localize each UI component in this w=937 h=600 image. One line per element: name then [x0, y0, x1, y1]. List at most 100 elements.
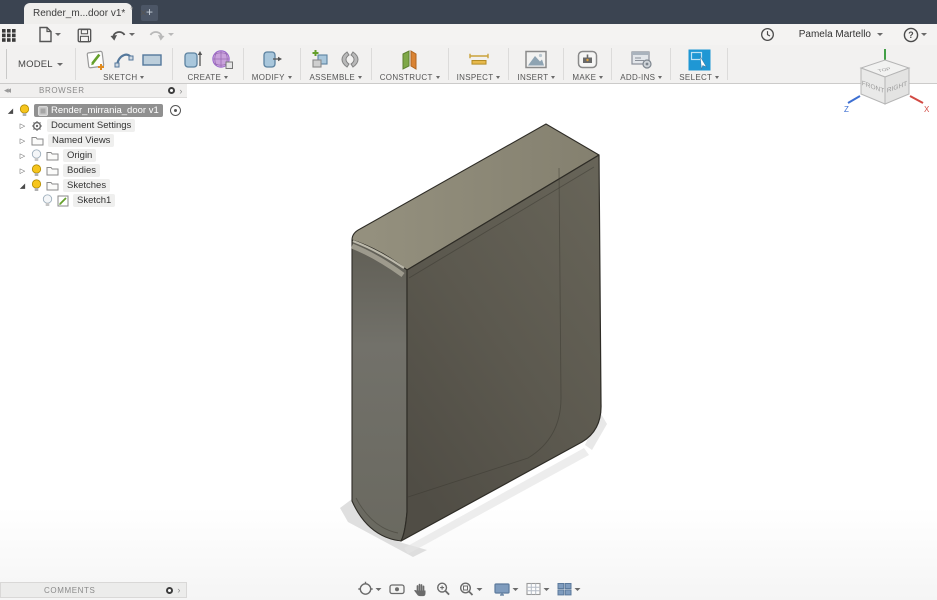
expander-collapsed-icon[interactable]: ▷ [18, 137, 27, 145]
orbit-button[interactable] [357, 581, 381, 597]
look-at-button[interactable] [388, 581, 405, 597]
look-at-icon [388, 584, 405, 595]
chevron-down-icon [921, 33, 927, 36]
redo-button[interactable] [148, 27, 174, 42]
tree-item-label: Origin [67, 150, 93, 161]
group-label-modify[interactable]: MODIFY [252, 73, 292, 82]
layout-grid-button[interactable] [525, 581, 549, 597]
folder-icon [31, 137, 44, 146]
3d-viewport[interactable]: Z X TOP FRONT RIGHT ◂◂ BROWSER › ◢ Rende… [0, 49, 937, 600]
spline-icon[interactable] [113, 48, 135, 71]
panel-expand-arrow-icon[interactable]: › [177, 585, 181, 595]
expander-expanded-icon[interactable]: ◢ [18, 182, 27, 190]
viewports-button[interactable] [556, 581, 580, 597]
tree-row[interactable]: ▷ Bodies [0, 163, 187, 178]
tree-item-label: Bodies [67, 165, 97, 176]
workspace-switcher[interactable]: MODEL [7, 45, 75, 83]
help-menu[interactable]: ? [903, 27, 927, 43]
bulb-off-icon[interactable] [31, 149, 42, 162]
collapse-panel-icon[interactable]: ◂◂ [4, 85, 11, 96]
ribbon-toolbar: MODEL SKETCH CREATE MODIFY ASSEMBLE CONS… [0, 45, 937, 84]
group-label-construct[interactable]: CONSTRUCT [380, 73, 440, 82]
insert-image-icon[interactable] [523, 48, 549, 71]
rectangle-icon[interactable] [140, 48, 164, 71]
group-label-assemble[interactable]: ASSEMBLE [309, 73, 362, 82]
ribbon-group-assemble: ASSEMBLE [301, 45, 371, 83]
root-node-chip[interactable]: Render_mirrania_door v1 [34, 104, 163, 117]
close-tab-icon[interactable]: ✕ [139, 8, 147, 19]
view-cube[interactable]: Z X TOP FRONT RIGHT [839, 46, 931, 132]
construction-plane-icon[interactable] [398, 48, 422, 71]
quick-toolbar: Pamela Martello ? [0, 24, 937, 45]
tree-row[interactable]: ▷ Named Views [0, 133, 187, 148]
orbit-icon [357, 581, 373, 595]
measure-icon[interactable] [466, 48, 492, 71]
pan-button[interactable] [412, 581, 428, 597]
group-label-select[interactable]: SELECT [679, 73, 720, 82]
browser-header[interactable]: ◂◂ BROWSER › [0, 84, 187, 98]
bulb-on-icon[interactable] [31, 164, 42, 177]
bulb-off-icon[interactable] [42, 194, 53, 207]
bulb-on-icon[interactable] [31, 179, 42, 192]
scripts-addins-icon[interactable] [629, 48, 654, 71]
group-label-sketch[interactable]: SKETCH [103, 73, 145, 82]
chevron-down-icon [715, 76, 720, 79]
apps-grid-icon[interactable] [2, 28, 16, 42]
group-label-addins[interactable]: ADD-INS [620, 73, 663, 82]
z-axis [847, 95, 861, 104]
form-sphere-icon[interactable] [210, 48, 235, 71]
activate-component-radio[interactable] [169, 105, 181, 116]
expander-expanded-icon[interactable]: ◢ [6, 107, 15, 115]
tree-row-root[interactable]: ◢ Render_mirrania_door v1 [0, 103, 187, 118]
panel-options-icon[interactable] [168, 87, 176, 94]
chevron-down-icon [129, 33, 135, 36]
folder-icon [46, 167, 59, 176]
tree-row[interactable]: ▷ Document Settings [0, 118, 187, 133]
viewports-icon [557, 583, 571, 596]
panel-expand-arrow-icon[interactable]: › [179, 86, 183, 96]
file-menu-button[interactable] [37, 26, 61, 43]
x-axis-label: X [924, 105, 930, 114]
panel-options-icon[interactable] [166, 586, 174, 594]
gear-icon [32, 120, 42, 131]
fit-button[interactable] [458, 581, 482, 597]
zoom-button[interactable] [435, 581, 451, 597]
chevron-down-icon [140, 76, 145, 79]
3d-print-icon[interactable] [575, 48, 600, 71]
display-settings-button[interactable] [493, 581, 518, 597]
group-label-insert[interactable]: INSERT [517, 73, 556, 82]
ribbon-group-insert: INSERT [509, 45, 563, 83]
save-button[interactable] [76, 27, 92, 43]
undo-button[interactable] [109, 27, 135, 42]
root-node-label: Render_mirrania_door v1 [51, 105, 159, 116]
group-label-inspect[interactable]: INSPECT [457, 73, 501, 82]
user-menu[interactable]: Pamela Martello [799, 29, 883, 40]
chevron-down-icon [224, 76, 229, 79]
joint-icon[interactable] [338, 48, 363, 71]
group-label-make[interactable]: MAKE [572, 73, 604, 82]
chevron-down-icon [551, 76, 556, 79]
document-tab[interactable]: Render_m...door v1* ° ✕ [24, 3, 147, 24]
browser-title: BROWSER [39, 86, 85, 95]
comments-panel-header[interactable]: COMMENTS › [0, 582, 187, 598]
chevron-down-icon [512, 587, 518, 591]
expander-collapsed-icon[interactable]: ▷ [18, 167, 27, 175]
tree-row[interactable]: ▷ Origin [0, 148, 187, 163]
z-axis-label: Z [844, 105, 849, 114]
create-sketch-icon[interactable] [84, 48, 108, 71]
press-pull-icon[interactable] [260, 48, 284, 71]
tree-row[interactable]: Sketch1 [0, 193, 187, 208]
undo-icon [110, 31, 126, 41]
comments-title: COMMENTS [44, 585, 96, 595]
extrude-box-icon[interactable] [181, 48, 205, 71]
group-label-create[interactable]: CREATE [187, 73, 229, 82]
clock-icon[interactable] [760, 27, 775, 42]
chevron-down-icon [55, 33, 61, 36]
new-component-icon[interactable] [309, 48, 333, 71]
expander-collapsed-icon[interactable]: ▷ [18, 122, 27, 130]
bulb-on-icon[interactable] [19, 104, 30, 117]
expander-collapsed-icon[interactable]: ▷ [18, 152, 27, 160]
ribbon-group-select: SELECT [671, 45, 727, 83]
select-cursor-icon[interactable] [687, 48, 712, 72]
tree-row[interactable]: ◢ Sketches [0, 178, 187, 193]
